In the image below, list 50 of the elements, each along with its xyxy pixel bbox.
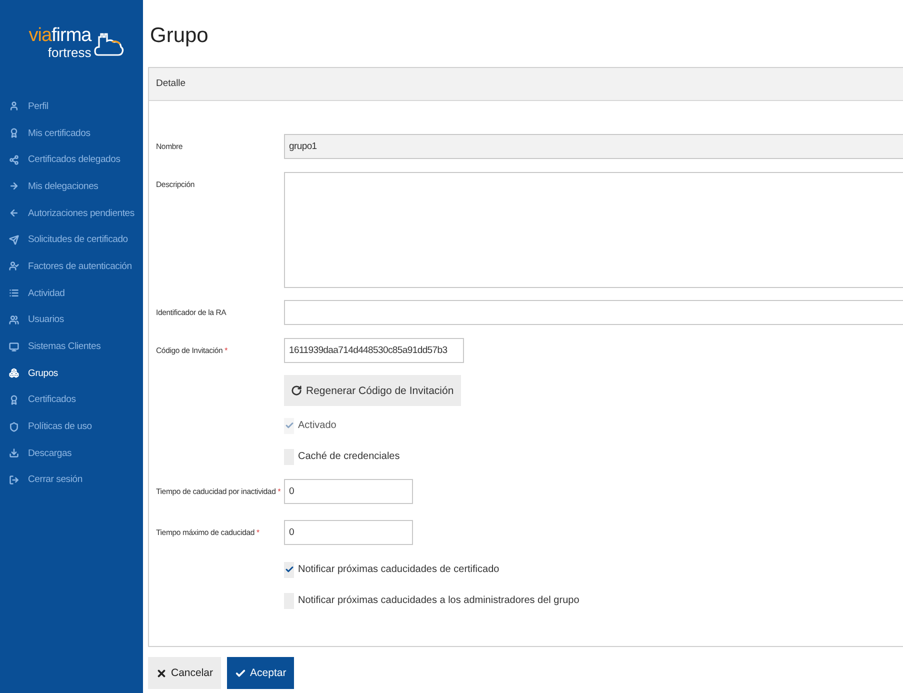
regenerate-button[interactable]: Regenerar Código de Invitación [284, 375, 461, 406]
accept-button[interactable]: Aceptar [227, 657, 294, 689]
nav-icon [9, 154, 19, 165]
nav-icon [9, 368, 19, 378]
nav-item[interactable]: Usuarios [0, 306, 143, 334]
nav-icon [9, 234, 19, 245]
checkbox-option[interactable]: Notificar próximas caducidades a los administradores del grupo [284, 592, 580, 609]
nav-icon [9, 261, 19, 272]
nav-item[interactable]: Factores de autenticación [0, 253, 143, 280]
cancel-button[interactable]: Cancelar [148, 657, 222, 689]
description-field[interactable] [284, 172, 903, 288]
checkbox-option[interactable]: Caché de credenciales [284, 448, 400, 465]
nav-icon [9, 208, 19, 218]
nav-icon [9, 101, 19, 112]
nav-item[interactable]: Descargas [0, 440, 143, 467]
nav-item[interactable]: Grupos [0, 360, 143, 387]
nav-item[interactable]: Sistemas Clientes [0, 333, 143, 360]
refresh-icon [291, 385, 302, 396]
text-field[interactable] [284, 300, 903, 325]
nav-item[interactable]: Perfil [0, 93, 143, 120]
nav-icon [9, 128, 19, 138]
close-icon [156, 668, 167, 678]
logo-text: viafirma [28, 26, 92, 46]
nav-item[interactable]: Solicitudes de certificado [0, 226, 143, 254]
nav-item[interactable]: Políticas de uso [0, 413, 143, 440]
nav-icon [9, 288, 19, 298]
check-icon [235, 668, 246, 678]
nav-item[interactable]: Mis certificados [0, 120, 143, 146]
panel-header: Detalle [149, 68, 903, 101]
nav-icon [9, 342, 19, 352]
nav-icon [9, 448, 19, 458]
number-field[interactable]: 0 [284, 520, 413, 545]
cloud-castle-icon [94, 31, 124, 59]
nav-icon [9, 314, 19, 325]
text-field[interactable]: 1611939daa714d448530c85a91dd57b3 [284, 338, 464, 363]
nav-item[interactable]: Certificados delegados [0, 146, 143, 174]
checkbox[interactable] [284, 562, 294, 578]
nav-item[interactable]: Autorizaciones pendientes [0, 200, 143, 226]
nav-icon [9, 422, 19, 432]
nav-item[interactable]: Actividad [0, 280, 143, 306]
checkbox-option[interactable]: Notificar próximas caducidades de certificado [284, 561, 500, 578]
nav-icon [9, 394, 19, 405]
logo-subtitle: fortress [48, 46, 92, 59]
nav-item[interactable]: Certificados [0, 386, 143, 414]
nav-item[interactable]: Cerrar sesión [0, 466, 143, 494]
page-title: Grupo [149, 23, 210, 49]
nav-icon [9, 181, 19, 192]
number-field[interactable]: 0 [284, 479, 413, 504]
nav-icon [9, 474, 19, 485]
nav-item[interactable]: Mis delegaciones [0, 173, 143, 200]
